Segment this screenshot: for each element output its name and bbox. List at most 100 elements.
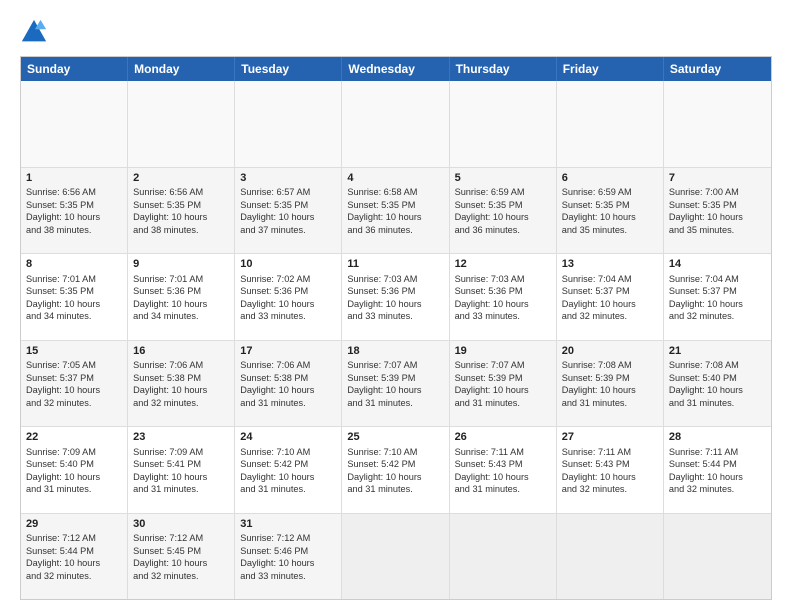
weekday-header: Monday	[128, 57, 235, 81]
empty-cell	[342, 81, 449, 167]
day-number: 28	[669, 430, 766, 445]
day-number: 12	[455, 257, 551, 272]
calendar-cell: 13Sunrise: 7:04 AMSunset: 5:37 PMDayligh…	[557, 254, 664, 340]
day-info: Sunrise: 6:59 AM	[562, 186, 658, 198]
calendar-cell: 3Sunrise: 6:57 AMSunset: 5:35 PMDaylight…	[235, 168, 342, 254]
day-number: 17	[240, 344, 336, 359]
day-info: Sunset: 5:35 PM	[26, 285, 122, 297]
day-info: Sunset: 5:40 PM	[669, 372, 766, 384]
day-info: and 32 minutes.	[133, 570, 229, 582]
calendar-body: 1Sunrise: 6:56 AMSunset: 5:35 PMDaylight…	[21, 81, 771, 599]
day-info: Sunset: 5:35 PM	[240, 199, 336, 211]
day-info: Sunrise: 7:00 AM	[669, 186, 766, 198]
empty-cell	[450, 81, 557, 167]
day-info: Sunrise: 7:01 AM	[133, 273, 229, 285]
calendar: SundayMondayTuesdayWednesdayThursdayFrid…	[20, 56, 772, 600]
day-info: Sunrise: 7:10 AM	[347, 446, 443, 458]
weekday-header: Saturday	[664, 57, 771, 81]
day-info: and 31 minutes.	[347, 397, 443, 409]
day-info: Sunset: 5:38 PM	[240, 372, 336, 384]
day-info: Sunrise: 7:01 AM	[26, 273, 122, 285]
day-info: Sunset: 5:35 PM	[133, 199, 229, 211]
day-info: Sunrise: 7:08 AM	[669, 359, 766, 371]
calendar-cell: 17Sunrise: 7:06 AMSunset: 5:38 PMDayligh…	[235, 341, 342, 427]
day-info: and 38 minutes.	[133, 224, 229, 236]
day-info: and 34 minutes.	[133, 310, 229, 322]
page: SundayMondayTuesdayWednesdayThursdayFrid…	[0, 0, 792, 612]
calendar-row: 15Sunrise: 7:05 AMSunset: 5:37 PMDayligh…	[21, 341, 771, 428]
calendar-cell: 19Sunrise: 7:07 AMSunset: 5:39 PMDayligh…	[450, 341, 557, 427]
day-number: 3	[240, 171, 336, 186]
day-info: and 33 minutes.	[240, 310, 336, 322]
day-number: 16	[133, 344, 229, 359]
day-info: Sunrise: 7:03 AM	[455, 273, 551, 285]
day-info: and 31 minutes.	[455, 397, 551, 409]
day-number: 30	[133, 517, 229, 532]
day-info: Daylight: 10 hours	[240, 557, 336, 569]
day-info: Sunset: 5:43 PM	[562, 458, 658, 470]
calendar-cell: 31Sunrise: 7:12 AMSunset: 5:46 PMDayligh…	[235, 514, 342, 600]
day-info: Sunset: 5:40 PM	[26, 458, 122, 470]
day-info: and 32 minutes.	[133, 397, 229, 409]
day-number: 24	[240, 430, 336, 445]
day-info: Sunrise: 7:05 AM	[26, 359, 122, 371]
header	[20, 18, 772, 46]
day-number: 23	[133, 430, 229, 445]
day-info: Sunrise: 6:57 AM	[240, 186, 336, 198]
day-info: and 32 minutes.	[562, 310, 658, 322]
day-info: Daylight: 10 hours	[455, 298, 551, 310]
day-info: Daylight: 10 hours	[26, 298, 122, 310]
weekday-header: Wednesday	[342, 57, 449, 81]
day-info: Sunrise: 7:11 AM	[455, 446, 551, 458]
day-info: Sunrise: 6:59 AM	[455, 186, 551, 198]
day-info: and 31 minutes.	[26, 483, 122, 495]
day-info: and 32 minutes.	[562, 483, 658, 495]
calendar-cell: 27Sunrise: 7:11 AMSunset: 5:43 PMDayligh…	[557, 427, 664, 513]
day-info: Daylight: 10 hours	[133, 557, 229, 569]
day-info: Daylight: 10 hours	[347, 298, 443, 310]
day-number: 31	[240, 517, 336, 532]
calendar-cell: 18Sunrise: 7:07 AMSunset: 5:39 PMDayligh…	[342, 341, 449, 427]
weekday-header: Tuesday	[235, 57, 342, 81]
day-info: Sunset: 5:43 PM	[455, 458, 551, 470]
calendar-cell: 15Sunrise: 7:05 AMSunset: 5:37 PMDayligh…	[21, 341, 128, 427]
day-info: Sunset: 5:39 PM	[455, 372, 551, 384]
logo	[20, 18, 52, 46]
empty-cell	[664, 81, 771, 167]
day-info: Daylight: 10 hours	[133, 471, 229, 483]
day-info: Sunrise: 7:04 AM	[562, 273, 658, 285]
day-number: 21	[669, 344, 766, 359]
day-number: 27	[562, 430, 658, 445]
day-info: Sunset: 5:39 PM	[562, 372, 658, 384]
day-info: Sunset: 5:44 PM	[26, 545, 122, 557]
calendar-cell: 20Sunrise: 7:08 AMSunset: 5:39 PMDayligh…	[557, 341, 664, 427]
weekday-header: Sunday	[21, 57, 128, 81]
day-info: and 38 minutes.	[26, 224, 122, 236]
day-info: Sunset: 5:35 PM	[455, 199, 551, 211]
day-info: Sunset: 5:46 PM	[240, 545, 336, 557]
calendar-cell: 28Sunrise: 7:11 AMSunset: 5:44 PMDayligh…	[664, 427, 771, 513]
day-info: Sunrise: 7:02 AM	[240, 273, 336, 285]
calendar-cell: 21Sunrise: 7:08 AMSunset: 5:40 PMDayligh…	[664, 341, 771, 427]
calendar-cell: 29Sunrise: 7:12 AMSunset: 5:44 PMDayligh…	[21, 514, 128, 600]
calendar-cell: 24Sunrise: 7:10 AMSunset: 5:42 PMDayligh…	[235, 427, 342, 513]
day-info: Sunset: 5:36 PM	[347, 285, 443, 297]
day-number: 9	[133, 257, 229, 272]
day-info: Sunrise: 7:06 AM	[133, 359, 229, 371]
day-number: 4	[347, 171, 443, 186]
calendar-cell: 23Sunrise: 7:09 AMSunset: 5:41 PMDayligh…	[128, 427, 235, 513]
calendar-cell: 6Sunrise: 6:59 AMSunset: 5:35 PMDaylight…	[557, 168, 664, 254]
day-info: Sunset: 5:37 PM	[26, 372, 122, 384]
day-number: 26	[455, 430, 551, 445]
day-number: 6	[562, 171, 658, 186]
day-info: Daylight: 10 hours	[26, 211, 122, 223]
calendar-cell: 12Sunrise: 7:03 AMSunset: 5:36 PMDayligh…	[450, 254, 557, 340]
day-info: Sunset: 5:37 PM	[562, 285, 658, 297]
day-info: Daylight: 10 hours	[455, 471, 551, 483]
day-number: 13	[562, 257, 658, 272]
calendar-cell: 30Sunrise: 7:12 AMSunset: 5:45 PMDayligh…	[128, 514, 235, 600]
day-number: 10	[240, 257, 336, 272]
day-number: 11	[347, 257, 443, 272]
day-info: and 37 minutes.	[240, 224, 336, 236]
day-info: Sunrise: 7:04 AM	[669, 273, 766, 285]
